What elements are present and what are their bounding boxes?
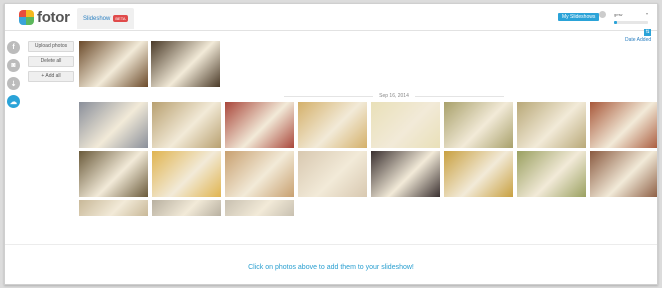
hint-text: Click on photos above to add them to you… [248, 264, 414, 271]
user-name: gmw [614, 12, 623, 17]
progress-fill [614, 21, 618, 24]
add-all-button[interactable]: + Add all [28, 71, 74, 82]
photo-thumbnail[interactable] [79, 102, 148, 148]
photo-thumbnail[interactable] [590, 151, 657, 197]
fotor-logo[interactable]: fotor [19, 9, 70, 26]
photo-thumbnail[interactable] [152, 102, 221, 148]
photo-thumbnail[interactable] [371, 151, 440, 197]
storage-progress-bar [614, 21, 648, 24]
date-label: Sep 16, 2014 [379, 93, 409, 99]
app-name: fotor [37, 9, 70, 26]
photo-actions: Upload photos Delete all + Add all [28, 41, 74, 86]
photo-thumbnail[interactable] [152, 151, 221, 197]
avatar [599, 11, 606, 18]
photo-thumbnail[interactable] [371, 102, 440, 148]
chevron-down-icon[interactable]: ▾ [646, 11, 648, 16]
photo-thumbnail[interactable] [79, 41, 148, 87]
photo-thumbnail[interactable] [152, 200, 221, 216]
my-slideshows-button[interactable]: My Slideshows [558, 13, 600, 21]
facebook-icon[interactable]: f [7, 41, 20, 54]
photo-thumbnail[interactable] [517, 151, 586, 197]
user-menu[interactable]: gmw [599, 11, 622, 18]
photo-thumbnail[interactable] [298, 102, 367, 148]
slideshow-drop-area[interactable]: Click on photos above to add them to you… [5, 244, 657, 284]
photo-thumbnail[interactable] [79, 200, 148, 216]
beta-badge: BETA [113, 15, 128, 22]
delete-all-button[interactable]: Delete all [28, 56, 74, 67]
photo-thumbnail[interactable] [298, 151, 367, 197]
photo-thumbnail[interactable] [517, 102, 586, 148]
dropbox-icon[interactable]: ⇣ [7, 77, 20, 90]
photo-thumbnail[interactable] [590, 102, 657, 148]
photo-thumbnail[interactable] [225, 151, 294, 197]
fotor-logo-icon [19, 10, 34, 25]
photo-thumbnail[interactable] [151, 41, 220, 87]
upload-photos-button[interactable]: Upload photos [28, 41, 74, 52]
photo-thumbnail[interactable] [79, 151, 148, 197]
source-sidebar: f ◙ ⇣ ☁ [7, 41, 23, 113]
sort-icon: ⇅ [644, 29, 652, 36]
tab-slideshow-label: Slideshow [83, 15, 111, 22]
photo-thumbnail[interactable] [225, 200, 294, 216]
photo-grid: Sep 16, 2014 [79, 41, 657, 221]
app-window: fotor Slideshow BETA My Slideshows gmw ▾… [4, 3, 658, 285]
tab-slideshow[interactable]: Slideshow BETA [77, 8, 134, 29]
photo-thumbnail[interactable] [444, 102, 513, 148]
instagram-icon[interactable]: ◙ [7, 59, 20, 72]
date-separator: Sep 16, 2014 [284, 92, 504, 100]
photo-thumbnail[interactable] [225, 102, 294, 148]
upload-cloud-icon[interactable]: ☁ [7, 95, 20, 108]
top-bar: fotor Slideshow BETA My Slideshows gmw ▾ [5, 4, 657, 31]
photo-thumbnail[interactable] [444, 151, 513, 197]
